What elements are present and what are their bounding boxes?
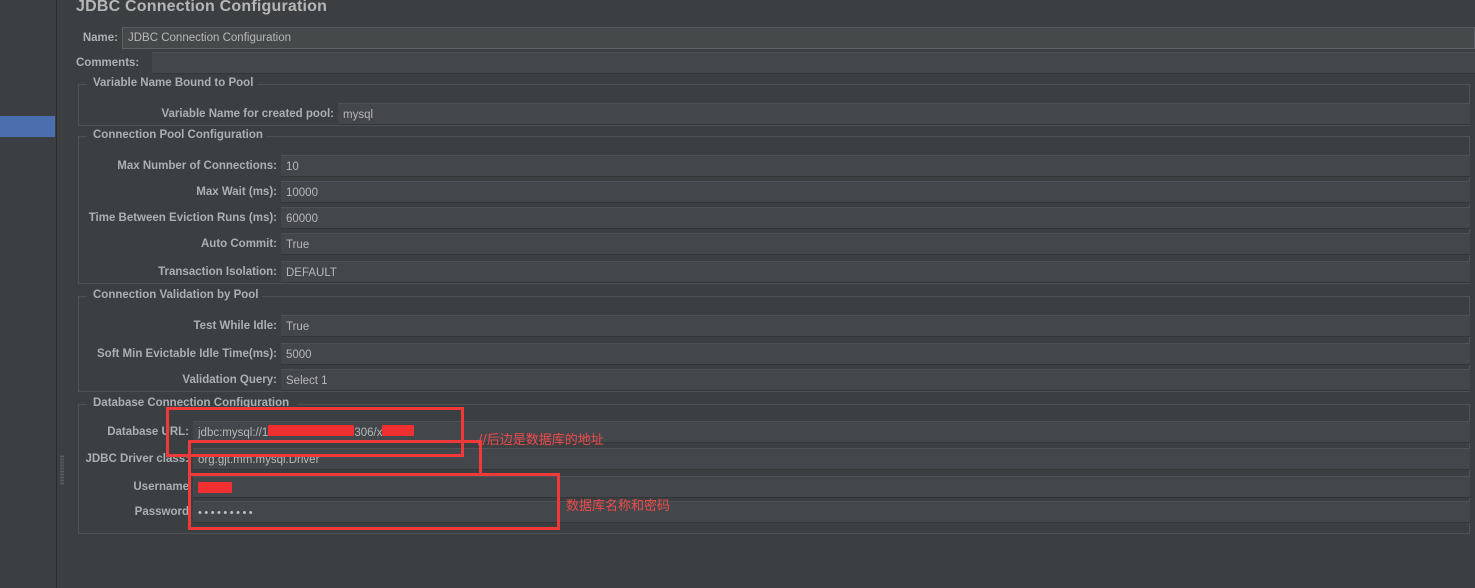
validation-query-input[interactable]: Select 1: [281, 369, 1470, 391]
eviction-runs-label: Time Between Eviction Runs (ms):: [88, 212, 277, 224]
comments-label: Comments:: [76, 57, 140, 69]
annotation-text-credentials: 数据库名称和密码: [566, 499, 671, 514]
test-while-idle-combobox[interactable]: True: [281, 315, 1470, 337]
username-redaction: [198, 482, 232, 493]
group-title-variable-pool: Variable Name Bound to Pool: [89, 77, 258, 89]
comments-input[interactable]: [152, 52, 1475, 74]
url-dbname-redaction: [382, 425, 415, 436]
transaction-isolation-row: Transaction Isolation: DEFAULT: [78, 261, 1470, 283]
transaction-isolation-combobox[interactable]: DEFAULT: [281, 261, 1470, 283]
name-input[interactable]: JDBC Connection Configuration: [122, 27, 1475, 49]
group-border-right: [259, 296, 1469, 297]
soft-min-evictable-input[interactable]: 5000: [281, 343, 1470, 365]
url-host-redaction: [268, 425, 355, 436]
sidebar-selected-item[interactable]: [0, 116, 55, 137]
password-input[interactable]: •••••••••: [193, 501, 1470, 523]
group-border-right: [297, 404, 1469, 405]
auto-commit-combobox[interactable]: True: [281, 233, 1470, 255]
name-label: Name:: [82, 32, 118, 44]
group-title-pool-config: Connection Pool Configuration: [89, 129, 267, 141]
test-while-idle-label: Test While Idle:: [193, 320, 278, 332]
max-wait-input[interactable]: 10000: [281, 181, 1470, 203]
max-connections-input[interactable]: 10: [281, 155, 1470, 177]
comments-row: Comments:: [76, 52, 1475, 74]
database-url-row: Database URL: jdbc:mysql://1 306/x: [78, 421, 1470, 443]
annotation-text-url: //后边是数据库的地址: [478, 433, 604, 448]
splitter-grip-icon[interactable]: [60, 455, 64, 485]
auto-commit-label: Auto Commit:: [200, 238, 277, 250]
group-border-left: [79, 136, 87, 137]
test-while-idle-row: Test While Idle: True: [78, 315, 1470, 337]
url-port-path-text: 306/x: [354, 427, 383, 439]
password-row: Password •••••••••: [78, 501, 1470, 523]
max-wait-row: Max Wait (ms): 10000: [78, 181, 1470, 203]
soft-min-evictable-label: Soft Min Evictable Idle Time(ms):: [97, 348, 277, 360]
validation-query-label: Validation Query:: [182, 374, 277, 386]
group-border-left: [79, 84, 87, 85]
username-row: Username: [78, 476, 1470, 498]
password-label: Password: [134, 506, 189, 518]
max-wait-label: Max Wait (ms):: [196, 186, 277, 198]
variable-name-row: Variable Name for created pool: mysql: [78, 103, 1470, 125]
max-connections-label: Max Number of Connections:: [117, 160, 277, 172]
tree-sidebar[interactable]: [0, 0, 56, 588]
jdbc-driver-class-row: JDBC Driver class: org.gjt.mm.mysql.Driv…: [78, 448, 1470, 470]
database-url-label: Database URL:: [107, 426, 189, 438]
group-border-left: [79, 296, 87, 297]
variable-name-input[interactable]: mysql: [338, 103, 1470, 125]
eviction-runs-input[interactable]: 60000: [281, 207, 1470, 229]
jdbc-config-panel: JDBC Connection Configuration Name: JDBC…: [66, 0, 1475, 588]
eviction-runs-row: Time Between Eviction Runs (ms): 60000: [78, 207, 1470, 229]
auto-commit-row: Auto Commit: True: [78, 233, 1470, 255]
transaction-isolation-label: Transaction Isolation:: [158, 266, 277, 278]
page-title: JDBC Connection Configuration: [76, 0, 328, 15]
database-url-input[interactable]: jdbc:mysql://1 306/x: [193, 421, 1470, 443]
variable-name-label: Variable Name for created pool:: [161, 108, 334, 120]
jdbc-driver-class-combobox[interactable]: org.gjt.mm.mysql.Driver: [193, 448, 1470, 470]
group-border-left: [79, 404, 87, 405]
username-input[interactable]: [193, 476, 1470, 498]
jdbc-driver-class-label: JDBC Driver class:: [85, 453, 189, 465]
group-border-right: [249, 84, 1469, 85]
group-border-right: [261, 136, 1469, 137]
group-title-database: Database Connection Configuration: [89, 397, 294, 409]
group-title-validation: Connection Validation by Pool: [89, 289, 263, 301]
validation-query-row: Validation Query: Select 1: [78, 369, 1470, 391]
soft-min-evictable-row: Soft Min Evictable Idle Time(ms): 5000: [78, 343, 1470, 365]
max-connections-row: Max Number of Connections: 10: [78, 155, 1470, 177]
name-row: Name: JDBC Connection Configuration: [76, 27, 1475, 49]
url-prefix-text: jdbc:mysql://1: [198, 427, 269, 439]
username-label: Username: [133, 481, 189, 493]
